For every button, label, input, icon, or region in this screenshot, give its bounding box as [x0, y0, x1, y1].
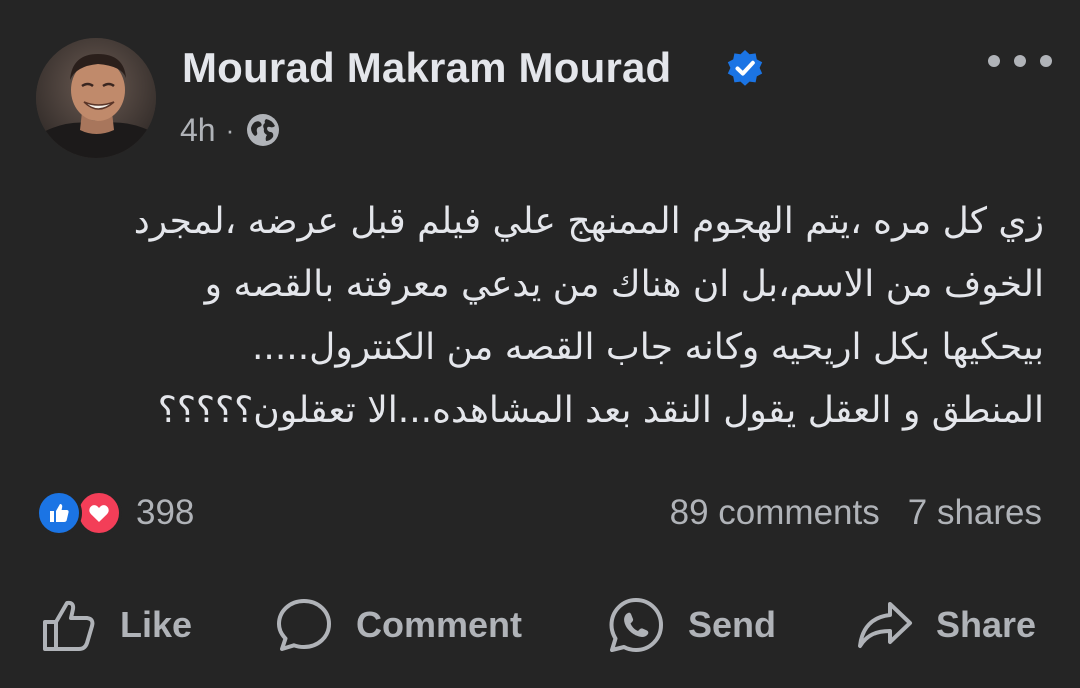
whatsapp-icon [609, 598, 663, 652]
reactions-summary[interactable]: 398 [36, 488, 194, 538]
post-text-line: زي كل مره ،يتم الهجوم الممنهج علي فيلم ق… [133, 201, 1044, 242]
shares-count-link[interactable]: 7 shares [908, 493, 1042, 533]
share-arrow-icon [858, 602, 912, 648]
love-reaction-icon [76, 490, 122, 536]
reaction-count: 398 [136, 493, 195, 532]
send-button[interactable]: Send [606, 592, 776, 658]
comment-label: Comment [356, 604, 523, 645]
post-meta: 4h · [180, 110, 280, 150]
meta-separator: · [225, 114, 235, 145]
verified-badge-icon [727, 50, 763, 86]
more-dot [988, 55, 1000, 67]
like-button[interactable]: Like [40, 592, 192, 658]
send-label: Send [688, 604, 777, 645]
more-dot [1014, 55, 1026, 67]
avatar-photo [36, 38, 156, 158]
post-time[interactable]: 4h [180, 112, 216, 149]
like-reaction-icon [36, 490, 82, 536]
more-dot [1040, 55, 1052, 67]
author-name[interactable]: Mourad Makram Mourad [182, 44, 671, 92]
share-button[interactable]: Share [856, 592, 1036, 658]
post-text-line: بيحكيها بكل اريحيه وكانه جاب القصه من ال… [251, 327, 1044, 368]
post-card: Mourad Makram Mourad 4h · زي كل مره ،يتم… [0, 0, 1080, 688]
more-options-button[interactable] [988, 46, 1052, 76]
globe-icon[interactable] [246, 113, 280, 147]
post-text-line: المنطق و العقل يقول النقد بعد المشاهده..… [157, 390, 1044, 431]
comments-count-link[interactable]: 89 comments [670, 493, 880, 533]
author-avatar[interactable] [36, 38, 156, 158]
comment-button[interactable]: Comment [274, 592, 522, 658]
thumbs-up-icon [43, 600, 95, 651]
engagement-stats: 89 comments 7 shares [670, 490, 1042, 536]
post-text: زي كل مره ،يتم الهجوم الممنهج علي فيلم ق… [38, 190, 1044, 442]
post-text-line: الخوف من الاسم،بل ان هناك من يدعي معرفته… [204, 264, 1044, 305]
comment-bubble-icon [277, 599, 331, 651]
like-label: Like [120, 604, 193, 645]
share-label: Share [936, 604, 1037, 645]
